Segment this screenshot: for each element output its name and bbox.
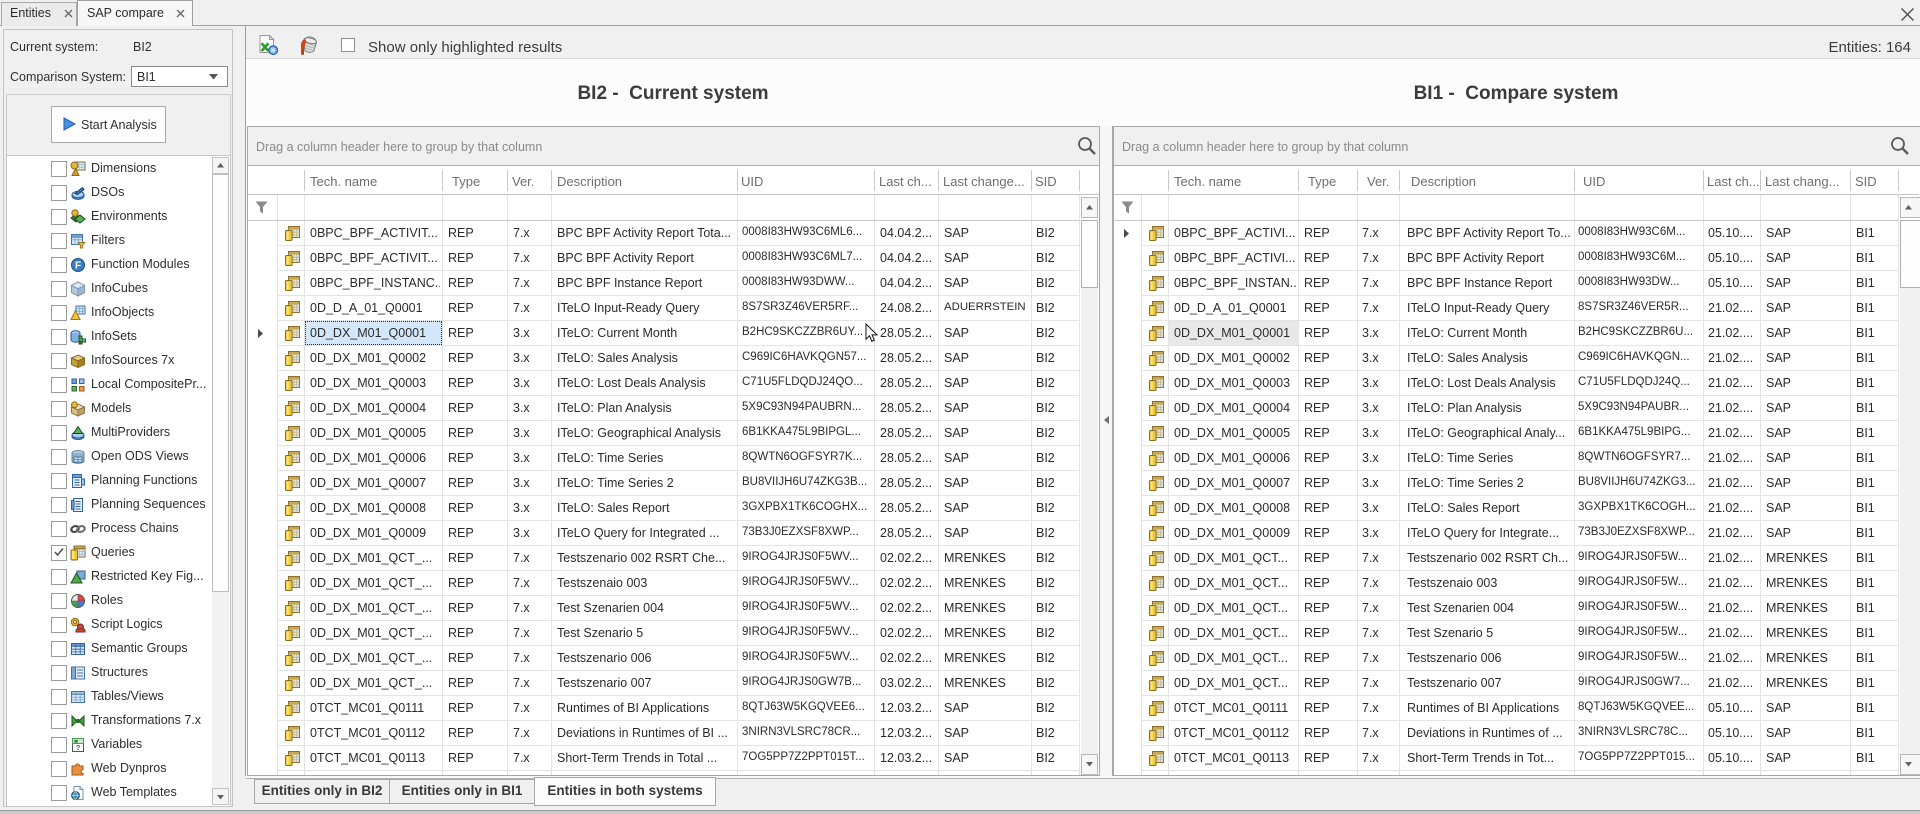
svg-text:?: ? xyxy=(76,743,81,752)
svg-text:F: F xyxy=(75,260,81,271)
